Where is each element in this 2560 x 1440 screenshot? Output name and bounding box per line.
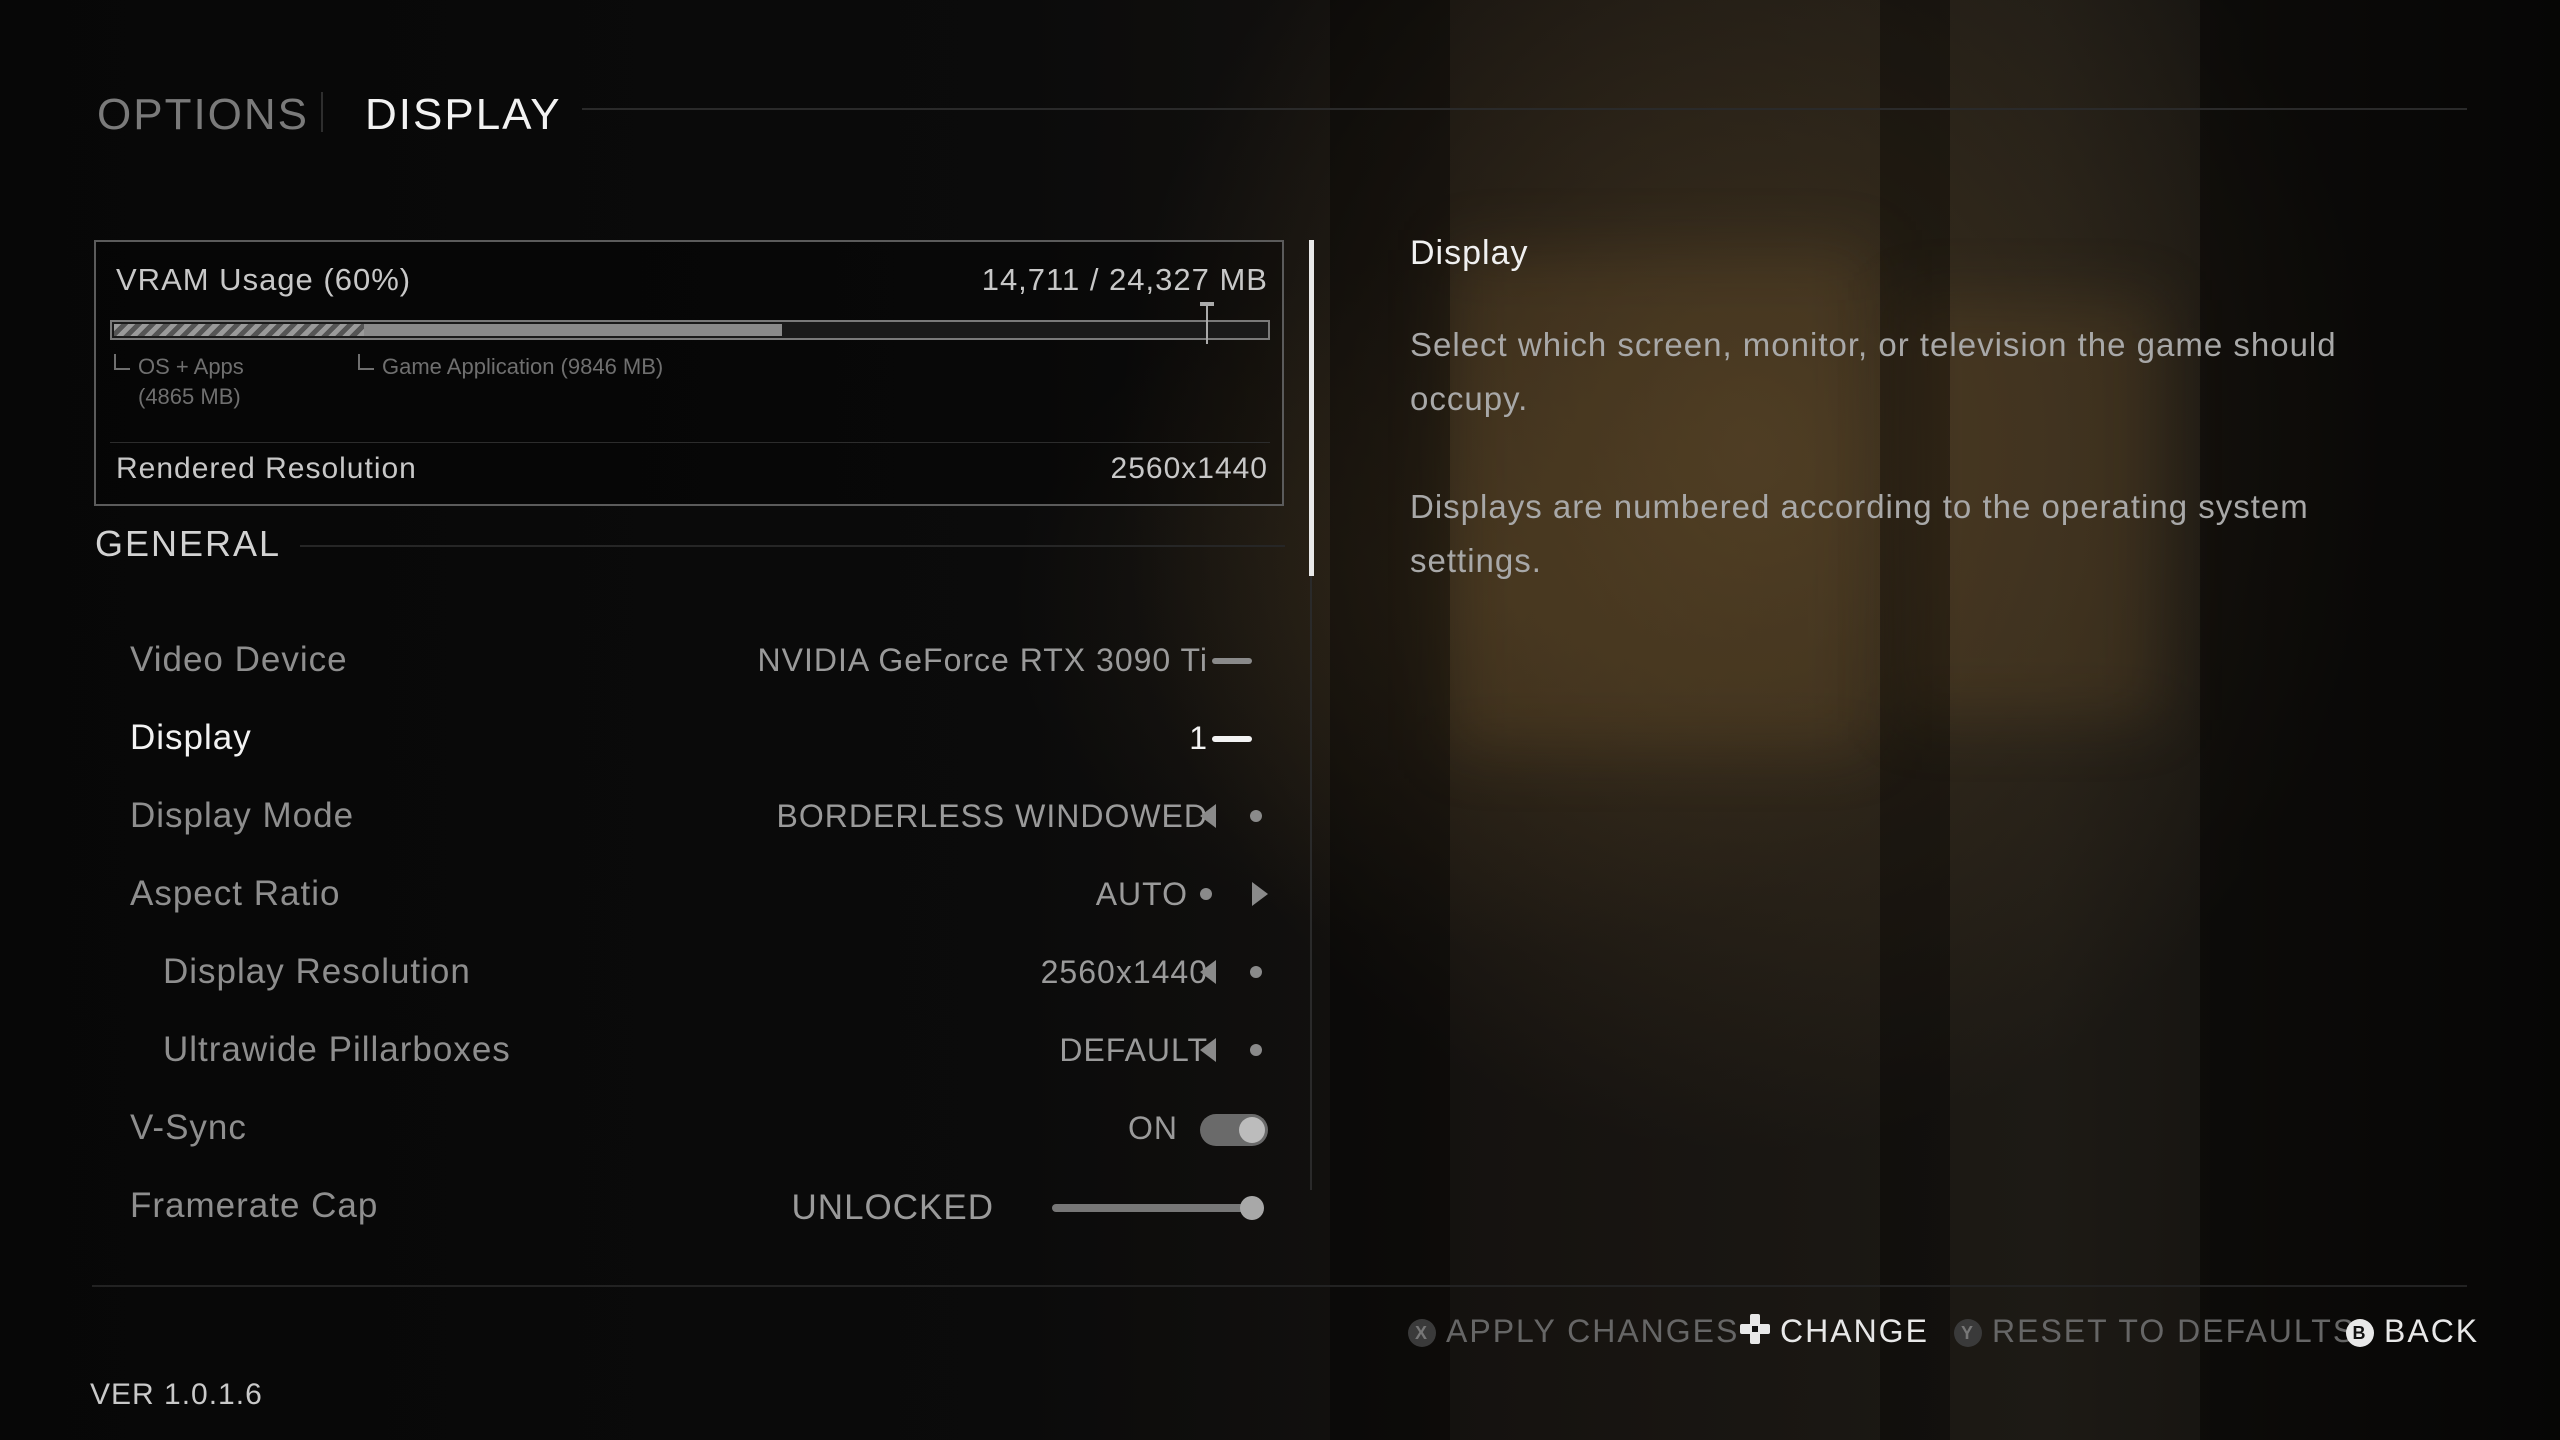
rendered-resolution-label: Rendered Resolution xyxy=(116,452,417,485)
vram-game-label: Game Application (9846 MB) xyxy=(358,352,663,382)
dot-icon xyxy=(1250,966,1262,978)
toggle-knob xyxy=(1239,1117,1265,1143)
dot-icon xyxy=(1250,810,1262,822)
vram-usage-total: 14,711 / 24,327 MB xyxy=(981,262,1268,297)
background-pillar xyxy=(1330,0,1450,1440)
x-button-icon: X xyxy=(1408,1319,1436,1347)
setting-value: DEFAULT xyxy=(1059,1032,1208,1068)
vram-usage-title: VRAM Usage (60%) xyxy=(116,262,412,297)
setting-label: Display Resolution xyxy=(163,952,471,991)
arrow-left-icon[interactable] xyxy=(1200,804,1216,828)
dash-icon xyxy=(1212,658,1252,664)
dpad-icon xyxy=(1740,1314,1770,1344)
footer-rule xyxy=(92,1285,2467,1287)
background-shadow xyxy=(2200,0,2560,1440)
setting-value: 2560x1440 xyxy=(1040,954,1208,990)
framerate-cap-slider[interactable] xyxy=(1052,1196,1264,1220)
apply-changes-label: APPLY CHANGES xyxy=(1446,1313,1740,1349)
breadcrumb: OPTIONS DISPLAY xyxy=(97,82,2467,148)
setting-display-mode[interactable]: Display Mode BORDERLESS WINDOWED xyxy=(90,782,1270,852)
apply-changes-button[interactable]: X APPLY CHANGES xyxy=(1408,1313,1739,1350)
arrow-left-icon[interactable] xyxy=(1200,1038,1216,1062)
arrow-right-icon[interactable] xyxy=(1252,882,1268,906)
vram-os-label-size: (4865 MB) xyxy=(138,384,241,409)
v-sync-toggle[interactable] xyxy=(1200,1114,1268,1146)
rendered-resolution-value: 2560x1440 xyxy=(1110,452,1268,485)
vram-usage-panel: VRAM Usage (60%) 14,711 / 24,327 MB OS +… xyxy=(94,240,1284,506)
dot-icon xyxy=(1200,888,1212,900)
setting-value: AUTO xyxy=(1095,876,1188,912)
reset-to-defaults-button[interactable]: Y RESET TO DEFAULTS xyxy=(1954,1313,2356,1350)
vram-os-label-name: OS + Apps xyxy=(138,354,244,379)
setting-display[interactable]: Display 1 xyxy=(90,704,1270,774)
dash-icon xyxy=(1212,736,1252,742)
vram-game-label-text: Game Application (9846 MB) xyxy=(382,354,664,379)
header-rule xyxy=(582,108,2467,110)
section-rule xyxy=(300,545,1285,547)
setting-v-sync[interactable]: V-Sync ON xyxy=(90,1094,1270,1164)
version-label: VER 1.0.1.6 xyxy=(90,1378,263,1411)
arrow-left-icon[interactable] xyxy=(1200,960,1216,984)
change-button[interactable]: CHANGE xyxy=(1740,1313,1929,1350)
vram-os-label: OS + Apps (4865 MB) xyxy=(114,352,244,412)
vram-os-segment xyxy=(114,324,364,336)
change-label: CHANGE xyxy=(1780,1313,1929,1349)
section-title-general: GENERAL xyxy=(95,523,282,564)
description-paragraph-1: Select which screen, monitor, or televis… xyxy=(1410,326,2337,417)
setting-aspect-ratio[interactable]: Aspect Ratio AUTO xyxy=(90,860,1270,930)
setting-label: Ultrawide Pillarboxes xyxy=(163,1030,511,1069)
reset-to-defaults-label: RESET TO DEFAULTS xyxy=(1992,1313,2357,1349)
dot-icon xyxy=(1250,1044,1262,1056)
setting-label: Video Device xyxy=(130,640,348,679)
setting-video-device[interactable]: Video Device NVIDIA GeForce RTX 3090 Ti xyxy=(90,626,1270,696)
setting-framerate-cap[interactable]: Framerate Cap UNLOCKED xyxy=(90,1172,1270,1242)
setting-label: Display Mode xyxy=(130,796,355,835)
bracket-icon xyxy=(114,354,130,370)
b-button-icon: B xyxy=(2346,1319,2374,1347)
breadcrumb-divider xyxy=(321,92,323,132)
setting-value: NVIDIA GeForce RTX 3090 Ti xyxy=(757,642,1208,678)
settings-scrollbar-thumb[interactable] xyxy=(1309,240,1314,576)
setting-value: ON xyxy=(1128,1110,1178,1146)
vram-divider xyxy=(110,442,1270,443)
setting-value: UNLOCKED xyxy=(791,1188,994,1227)
description-paragraph-2: Displays are numbered according to the o… xyxy=(1410,488,2309,579)
setting-value: 1 xyxy=(1189,720,1208,756)
setting-label: V-Sync xyxy=(130,1108,247,1147)
vram-game-segment xyxy=(364,324,782,336)
setting-label: Aspect Ratio xyxy=(130,874,341,913)
setting-display-resolution[interactable]: Display Resolution 2560x1440 xyxy=(90,938,1270,1008)
description-title: Display xyxy=(1410,234,1529,272)
setting-ultrawide-pillarboxes[interactable]: Ultrawide Pillarboxes DEFAULT xyxy=(90,1016,1270,1086)
bracket-icon xyxy=(358,354,374,370)
back-button[interactable]: B BACK xyxy=(2346,1313,2479,1350)
page-title: DISPLAY xyxy=(365,90,562,139)
y-button-icon: Y xyxy=(1954,1319,1982,1347)
setting-label: Display xyxy=(130,718,252,757)
back-label: BACK xyxy=(2384,1313,2480,1349)
vram-limit-marker xyxy=(1206,304,1208,344)
setting-value: BORDERLESS WINDOWED xyxy=(776,798,1208,834)
breadcrumb-options[interactable]: OPTIONS xyxy=(97,90,309,140)
background-pillar-2 xyxy=(1880,0,1950,1440)
slider-thumb[interactable] xyxy=(1240,1196,1264,1220)
setting-label: Framerate Cap xyxy=(130,1186,379,1225)
vram-usage-bar xyxy=(110,320,1270,340)
